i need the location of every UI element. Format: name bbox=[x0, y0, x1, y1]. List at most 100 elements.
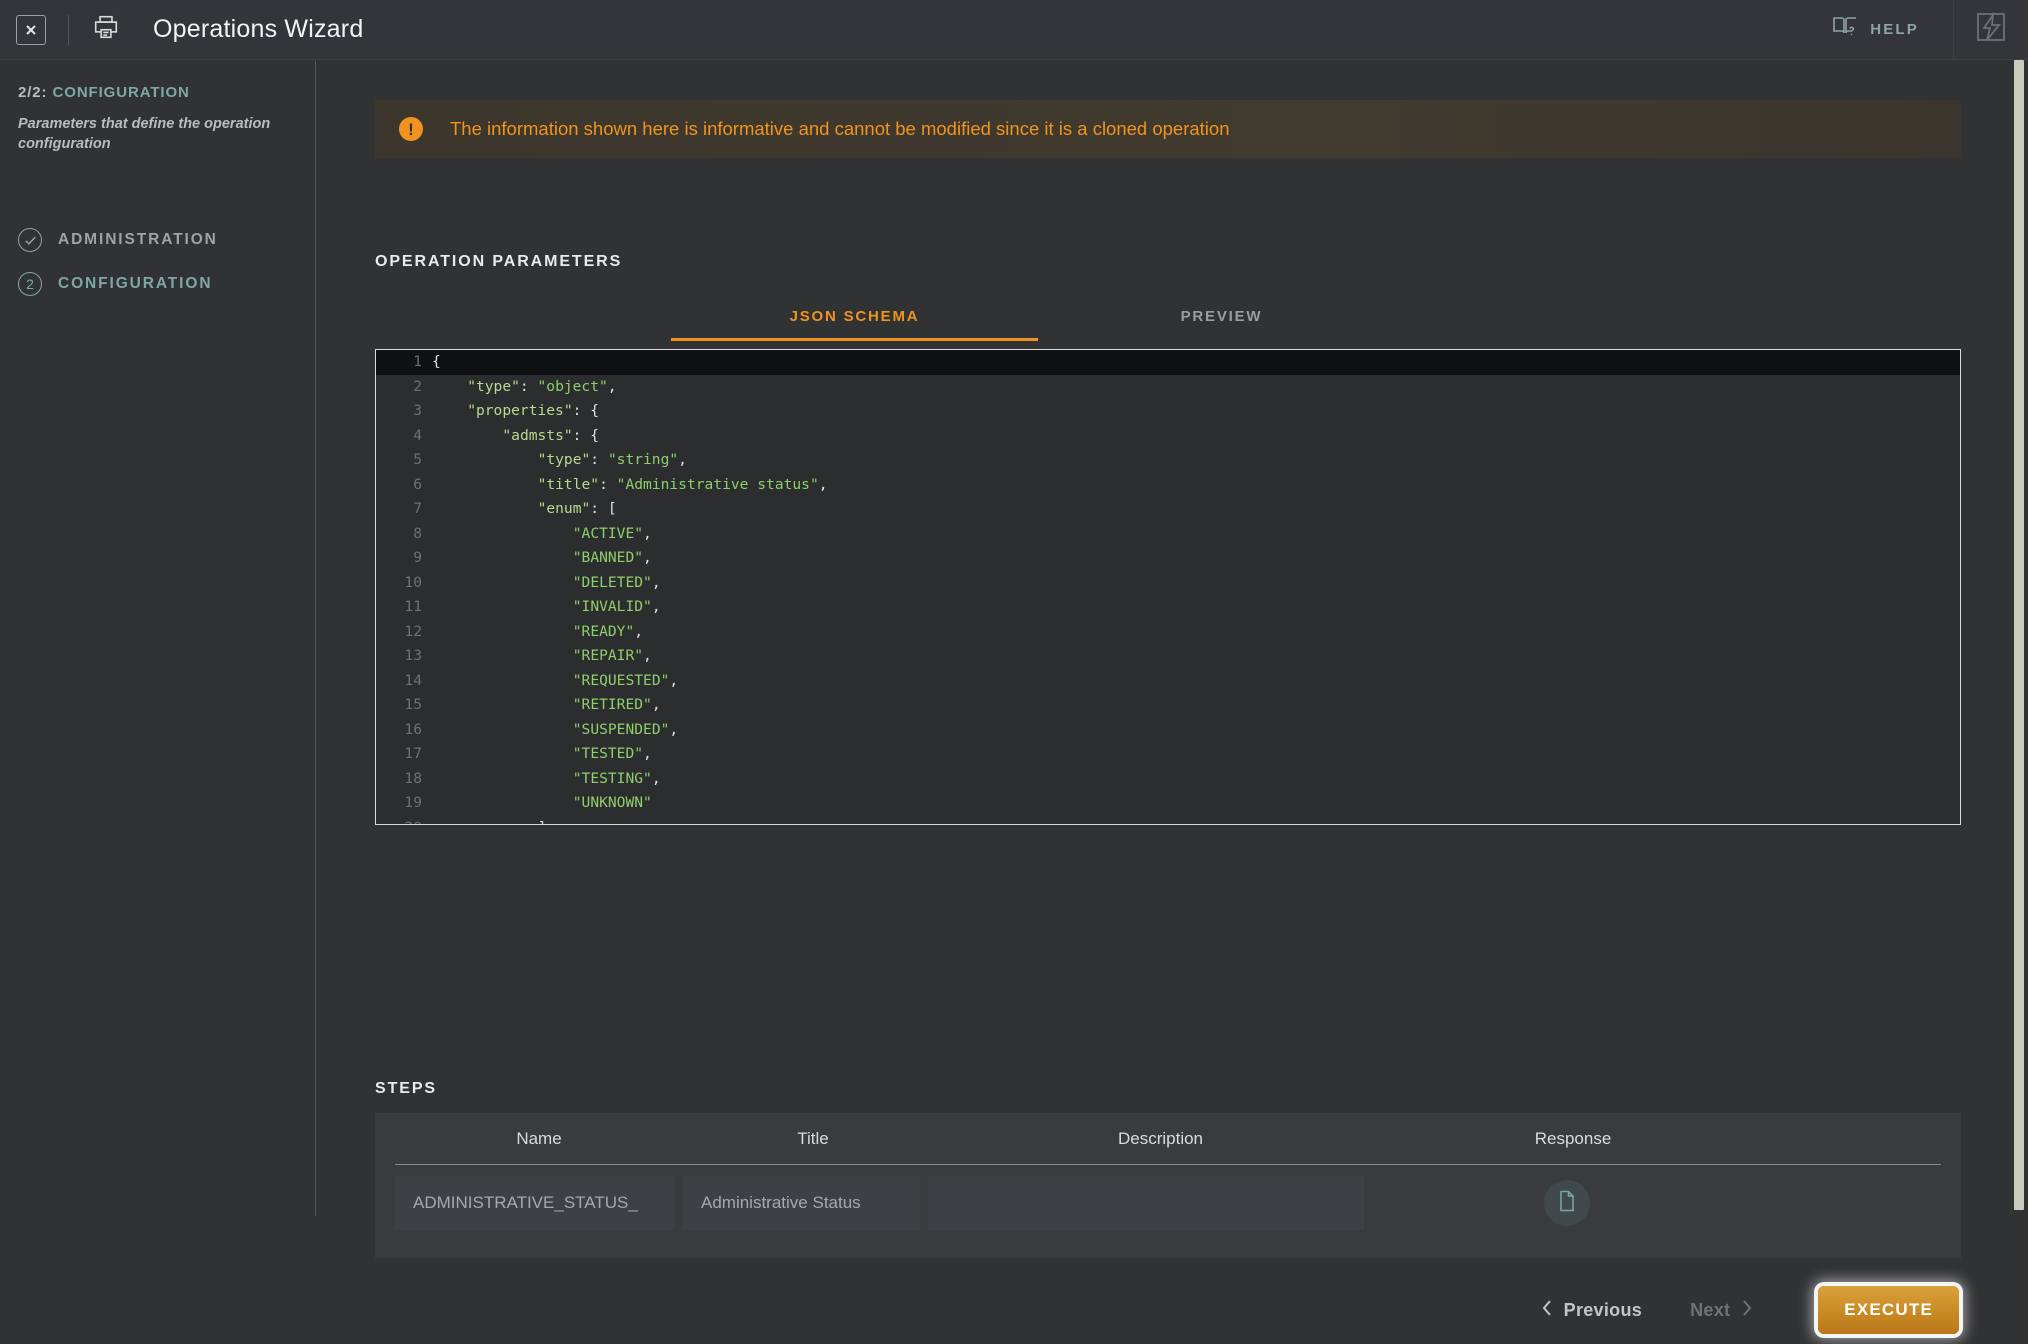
code-line: 19 "UNKNOWN" bbox=[376, 791, 1960, 816]
check-circle-icon bbox=[18, 228, 42, 253]
code-line-text: "BANNED", bbox=[572, 549, 652, 566]
code-line: 9 "BANNED", bbox=[376, 546, 1960, 571]
line-number: 18 bbox=[404, 769, 422, 787]
code-line: 12 "READY", bbox=[376, 620, 1960, 645]
code-line: 13 "REPAIR", bbox=[376, 644, 1960, 669]
steps-table: Name Title Description Response ADMINIST… bbox=[375, 1113, 1961, 1230]
previous-button[interactable]: Previous bbox=[1540, 1298, 1642, 1323]
code-line-text: "TESTING", bbox=[572, 769, 661, 787]
page-scrollbar-track[interactable] bbox=[2010, 60, 2028, 1344]
line-number: 19 bbox=[404, 794, 422, 811]
sidebar-item-label: ADMINISTRATION bbox=[58, 231, 218, 249]
code-line-text: { bbox=[432, 353, 441, 370]
info-banner: ! The information shown here is informat… bbox=[375, 100, 1961, 158]
line-number: 12 bbox=[404, 622, 422, 640]
line-number: 16 bbox=[404, 720, 422, 738]
code-line-text: "REQUESTED", bbox=[572, 671, 679, 689]
line-number: 6 bbox=[413, 475, 422, 493]
toolbar-divider bbox=[68, 14, 69, 45]
code-line: 15 "RETIRED", bbox=[376, 693, 1960, 718]
code-lines: 1{2 "type": "object", 3 "properties": {4 … bbox=[376, 350, 1960, 825]
chevron-left-icon bbox=[1540, 1298, 1554, 1323]
printer-icon bbox=[93, 14, 119, 45]
tab-json-schema[interactable]: JSON SCHEMA bbox=[671, 291, 1038, 341]
code-line-text: "properties": { bbox=[467, 402, 600, 419]
page-scrollbar-thumb[interactable] bbox=[2014, 60, 2024, 1210]
line-number: 11 bbox=[404, 598, 422, 615]
execute-button[interactable]: EXECUTE bbox=[1818, 1286, 1959, 1334]
sidebar-step-header: 2/2: CONFIGURATION bbox=[18, 84, 316, 101]
wizard-footer: Previous Next EXECUTE bbox=[316, 1276, 2012, 1344]
sidebar-step-name: CONFIGURATION bbox=[52, 84, 190, 101]
cell-description bbox=[928, 1176, 1364, 1230]
book-question-icon bbox=[1832, 15, 1858, 44]
next-button[interactable]: Next bbox=[1690, 1298, 1754, 1323]
code-line-text: "admsts": { bbox=[502, 426, 600, 444]
lightning-bolt-icon bbox=[1974, 11, 2008, 48]
line-number: 7 bbox=[413, 500, 422, 517]
code-line: 18 "TESTING", bbox=[376, 767, 1960, 792]
close-icon bbox=[23, 22, 39, 38]
close-window-button[interactable] bbox=[16, 14, 46, 45]
line-number: 15 bbox=[404, 696, 422, 713]
code-line: 2 "type": "object", bbox=[376, 375, 1960, 400]
code-line-text: "SUSPENDED", bbox=[572, 720, 679, 738]
steps-table-header: Name Title Description Response bbox=[395, 1113, 1941, 1165]
code-line-text: "UNKNOWN" bbox=[572, 794, 652, 811]
code-line: 5 "type": "string", bbox=[376, 448, 1960, 473]
line-number: 13 bbox=[404, 647, 422, 664]
quick-actions-button[interactable] bbox=[1954, 0, 2028, 60]
line-number: 5 bbox=[413, 451, 422, 468]
sidebar-item-administration[interactable]: ADMINISTRATION bbox=[0, 218, 316, 262]
exclamation-circle-icon: ! bbox=[399, 117, 423, 141]
line-number: 3 bbox=[413, 402, 422, 419]
table-row: ADMINISTRATIVE_STATUS_ Administrative St… bbox=[375, 1165, 1961, 1230]
help-button[interactable]: HELP bbox=[1820, 15, 1931, 44]
page-title: Operations Wizard bbox=[153, 15, 364, 43]
code-line: 4 "admsts": { bbox=[376, 424, 1960, 449]
line-number: 8 bbox=[413, 524, 422, 542]
sidebar-step-counter: 2/2: bbox=[18, 84, 53, 101]
code-line-text: "type": "object", bbox=[467, 377, 617, 395]
operation-parameters-title: OPERATION PARAMETERS bbox=[375, 253, 623, 270]
column-header-name: Name bbox=[516, 1128, 562, 1148]
code-line-text: "ACTIVE", bbox=[572, 524, 652, 542]
column-header-description: Description bbox=[1117, 1128, 1204, 1148]
sidebar-item-configuration[interactable]: 2 CONFIGURATION bbox=[0, 262, 316, 306]
line-number: 10 bbox=[404, 573, 422, 591]
code-line-text: "type": "string", bbox=[537, 451, 687, 468]
cell-title: Administrative Status bbox=[683, 1176, 920, 1230]
sidebar-item-label: CONFIGURATION bbox=[58, 275, 213, 293]
wizard-step-list: ADMINISTRATION 2 CONFIGURATION bbox=[0, 218, 316, 306]
code-line-text: "TESTED", bbox=[572, 745, 652, 762]
code-line-text: "REPAIR", bbox=[572, 647, 652, 664]
previous-label: Previous bbox=[1563, 1299, 1643, 1320]
line-number: 14 bbox=[404, 671, 422, 689]
code-line: 3 "properties": { bbox=[376, 399, 1960, 424]
document-icon bbox=[1558, 1190, 1576, 1217]
help-label: HELP bbox=[1870, 21, 1919, 38]
json-schema-editor[interactable]: 1{2 "type": "object", 3 "properties": {4 … bbox=[375, 349, 1961, 825]
code-line: 14 "REQUESTED", bbox=[376, 669, 1960, 694]
code-line: 1{ bbox=[376, 350, 1960, 375]
parameters-tabs: JSON SCHEMA PREVIEW bbox=[375, 291, 1961, 341]
code-line: 8 "ACTIVE", bbox=[376, 522, 1960, 547]
code-line-text: "title": "Administrative status", bbox=[537, 475, 828, 493]
steps-table-panel: Name Title Description Response ADMINIST… bbox=[375, 1113, 1961, 1258]
code-line-text: "enum": [ bbox=[537, 500, 617, 517]
code-line-text: "READY", bbox=[572, 622, 644, 640]
topbar-right-group: HELP bbox=[1820, 0, 2028, 60]
chevron-right-icon bbox=[1740, 1298, 1754, 1323]
code-line-text: ] bbox=[432, 816, 547, 825]
cell-name: ADMINISTRATIVE_STATUS_ bbox=[395, 1176, 675, 1230]
response-button[interactable] bbox=[1544, 1180, 1590, 1226]
tab-preview[interactable]: PREVIEW bbox=[1038, 291, 1405, 341]
wizard-sidebar: 2/2: CONFIGURATION Parameters that defin… bbox=[0, 61, 316, 1344]
top-bar: Operations Wizard HELP bbox=[0, 0, 2028, 60]
code-line: 10 "DELETED", bbox=[376, 571, 1960, 596]
code-line-text: "RETIRED", bbox=[572, 696, 661, 713]
line-number: 4 bbox=[413, 426, 422, 444]
print-button[interactable] bbox=[91, 15, 121, 45]
next-label: Next bbox=[1690, 1299, 1731, 1320]
line-number: 1 bbox=[413, 353, 422, 370]
